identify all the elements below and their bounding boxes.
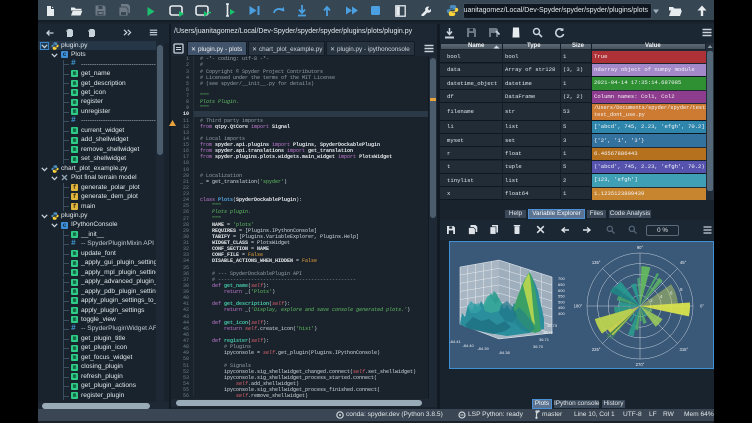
svg-text:650: 650 bbox=[558, 282, 565, 287]
svg-text:-84.39: -84.39 bbox=[477, 346, 489, 351]
svg-text:36.70: 36.70 bbox=[533, 344, 544, 349]
svg-text:135°: 135° bbox=[592, 260, 601, 265]
svg-text:700: 700 bbox=[558, 276, 565, 281]
svg-text:36.71: 36.71 bbox=[539, 337, 550, 342]
svg-text:-84.40: -84.40 bbox=[462, 343, 474, 348]
svg-text:270°: 270° bbox=[636, 362, 645, 367]
svg-text:36.72: 36.72 bbox=[543, 330, 554, 335]
svg-text:0°: 0° bbox=[700, 304, 704, 309]
svg-text:36.73: 36.73 bbox=[547, 323, 558, 328]
svg-text:-84.41: -84.41 bbox=[449, 339, 461, 344]
svg-text:180°: 180° bbox=[574, 304, 583, 309]
svg-text:-84.38: -84.38 bbox=[498, 350, 510, 355]
svg-text:400: 400 bbox=[558, 311, 565, 316]
svg-text:550: 550 bbox=[558, 294, 565, 299]
svg-text:450: 450 bbox=[558, 305, 565, 310]
svg-text:90°: 90° bbox=[637, 245, 644, 250]
svg-text:225°: 225° bbox=[592, 347, 601, 352]
svg-text:315°: 315° bbox=[680, 347, 689, 352]
svg-text:500: 500 bbox=[558, 299, 565, 304]
svg-text:600: 600 bbox=[558, 288, 565, 293]
svg-text:45°: 45° bbox=[680, 260, 687, 265]
